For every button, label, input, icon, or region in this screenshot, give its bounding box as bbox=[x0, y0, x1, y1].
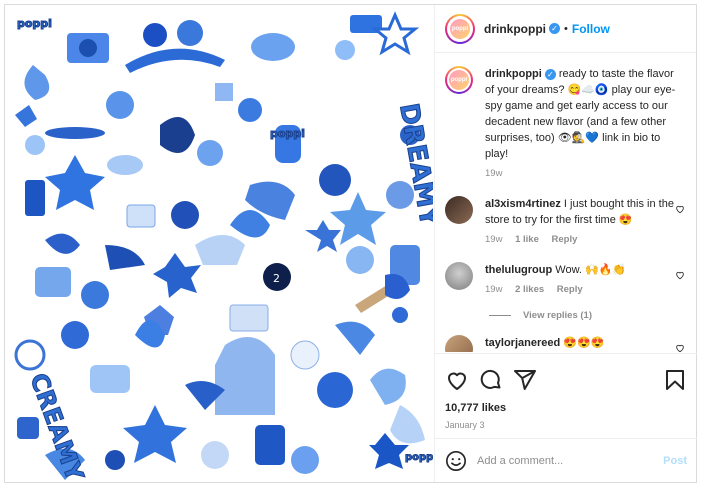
comment-row: thelulugroup Wow. 🙌🔥👏 19w 2 likes Reply bbox=[445, 262, 687, 298]
caption-text-block: drinkpoppi ✓ ready to taste the flavor of… bbox=[485, 66, 685, 182]
post-comment-button[interactable]: Post bbox=[663, 455, 687, 467]
bookmark-icon[interactable] bbox=[663, 368, 687, 392]
comment-meta: 19w 2 likes Reply bbox=[485, 282, 685, 298]
add-comment-input[interactable] bbox=[477, 454, 664, 467]
caption-meta: 19w bbox=[485, 166, 685, 182]
comment-row: taylorjanereed 😍😍😍 bbox=[445, 335, 687, 352]
verified-icon: ✓ bbox=[549, 23, 560, 34]
comment-text-block: al3xism4rtinez I just bought this in the… bbox=[485, 196, 685, 248]
caption-avatar[interactable]: poppi bbox=[445, 66, 473, 94]
comment-meta: 19w 1 like Reply bbox=[485, 232, 685, 248]
collage-word-top-left: poppi bbox=[17, 17, 52, 30]
collage-word-bottom-right: poppi bbox=[405, 452, 433, 463]
verified-icon: ✓ bbox=[544, 68, 556, 80]
comment-username[interactable]: taylorjanereed bbox=[485, 337, 560, 349]
commenter-avatar[interactable] bbox=[445, 262, 473, 290]
comment-like-heart-icon[interactable] bbox=[675, 270, 685, 280]
comment-username[interactable]: al3xism4rtinez bbox=[485, 198, 561, 210]
author-username[interactable]: drinkpoppi bbox=[484, 22, 546, 36]
add-comment-bar: Post bbox=[435, 438, 697, 482]
likes-count[interactable]: 10,777 likes bbox=[445, 402, 687, 414]
comment-time: 19w bbox=[485, 234, 503, 245]
comments-list[interactable]: poppi drinkpoppi ✓ ready to taste the fla… bbox=[435, 54, 697, 352]
caption-row: poppi drinkpoppi ✓ ready to taste the fla… bbox=[445, 66, 687, 182]
comment-text-block: taylorjanereed 😍😍😍 bbox=[485, 335, 685, 351]
comment-likes[interactable]: 1 like bbox=[515, 234, 539, 245]
post-image[interactable]: 2 poppi poppi popp DREAMY CREAMY bbox=[5, 5, 433, 482]
comment-text: Wow. 🙌🔥👏 bbox=[555, 264, 627, 276]
view-replies-label: View replies (1) bbox=[523, 310, 592, 321]
replies-divider-line bbox=[489, 315, 511, 316]
caption-username[interactable]: drinkpoppi bbox=[485, 68, 542, 80]
comment-username[interactable]: thelulugroup bbox=[485, 264, 552, 276]
emoji-icon[interactable] bbox=[445, 450, 467, 472]
comment-row: al3xism4rtinez I just bought this in the… bbox=[445, 196, 687, 248]
post-frame: 2 poppi poppi popp DREAMY CREAMY poppi d… bbox=[4, 4, 697, 483]
poppi-logo-icon: poppi bbox=[449, 70, 469, 90]
post-date: January 3 bbox=[445, 420, 485, 430]
collage-illustration: 2 poppi poppi popp DREAMY CREAMY bbox=[5, 5, 433, 482]
post-actions: 10,777 likes January 3 bbox=[435, 353, 697, 430]
caption-time: 19w bbox=[485, 168, 503, 179]
commenter-avatar[interactable] bbox=[445, 196, 473, 224]
comment-icon[interactable] bbox=[479, 368, 503, 392]
collage-word-middle: poppi bbox=[270, 127, 305, 140]
post-header: poppi drinkpoppi ✓ • Follow bbox=[435, 5, 696, 53]
caption-text: ready to taste the flavor of your dreams… bbox=[485, 68, 676, 160]
heart-icon[interactable] bbox=[445, 368, 469, 392]
comment-like-heart-icon[interactable] bbox=[675, 204, 685, 214]
comment-likes[interactable]: 2 likes bbox=[515, 284, 544, 295]
svg-text:2: 2 bbox=[273, 272, 280, 285]
reply-button[interactable]: Reply bbox=[552, 234, 578, 245]
comment-time: 19w bbox=[485, 284, 503, 295]
follow-button[interactable]: Follow bbox=[572, 22, 610, 36]
comment-text-block: thelulugroup Wow. 🙌🔥👏 19w 2 likes Reply bbox=[485, 262, 685, 298]
commenter-avatar[interactable] bbox=[445, 335, 473, 352]
comment-text: 😍😍😍 bbox=[563, 337, 605, 349]
view-replies-button[interactable]: View replies (1) bbox=[489, 310, 687, 321]
reply-button[interactable]: Reply bbox=[557, 284, 583, 295]
action-icons bbox=[445, 362, 687, 398]
separator-dot: • bbox=[564, 22, 568, 35]
poppi-logo-icon: poppi bbox=[450, 18, 470, 39]
post-side-panel: poppi drinkpoppi ✓ • Follow poppi drinkp… bbox=[434, 5, 697, 482]
author-avatar[interactable]: poppi bbox=[445, 13, 475, 44]
comment-like-heart-icon[interactable] bbox=[675, 343, 685, 352]
share-icon[interactable] bbox=[513, 368, 537, 392]
